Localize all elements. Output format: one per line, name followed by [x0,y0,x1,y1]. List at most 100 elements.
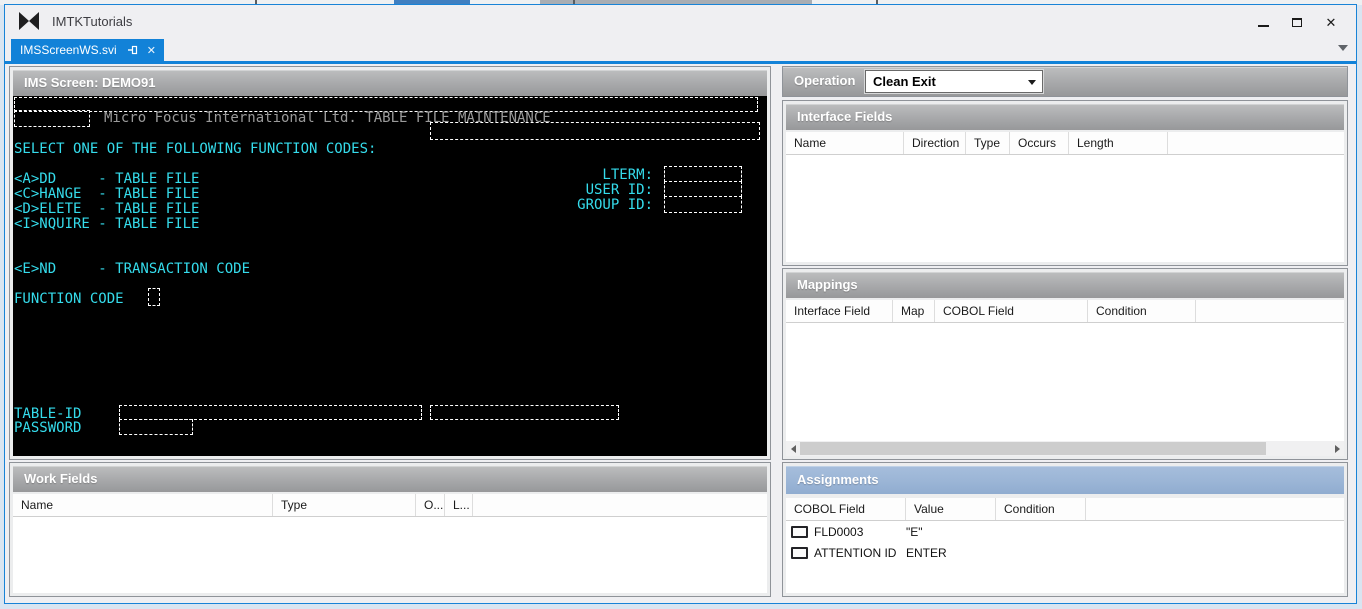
assignment-cobol-field: ATTENTION ID [814,545,897,560]
ims-option-add: <A>DD - TABLE FILE [14,171,200,187]
column-header-map[interactable]: Map [893,300,935,322]
column-header-filler [1196,300,1344,322]
document-tab-strip: IMSScreenWS.svi ✕ [5,39,1356,61]
bottom-margin [5,597,1356,603]
scroll-right-arrow[interactable] [1330,441,1344,456]
column-header-length[interactable]: Length [1069,132,1168,154]
mappings-panel: Mappings Interface Field Map COBOL Field… [782,268,1348,460]
interface-fields-panel: Interface Fields Name Direction Type Occ… [782,100,1348,266]
assignments-column-headers: COBOL Field Value Condition [786,498,1344,521]
assignment-cobol-field: FLD0003 [814,524,864,539]
ims-terminal-canvas[interactable]: Micro Focus International Ltd. TABLE FIL… [13,96,767,456]
column-header-filler [473,494,767,516]
assignment-cobol-field-cell: ATTENTION ID [786,546,906,560]
scroll-left-arrow[interactable] [786,441,800,456]
logo-right-triangle [29,12,39,30]
ims-label-lterm: LTERM: [602,167,653,183]
window-controls: ✕ [1246,11,1348,33]
right-arrow-icon [1334,444,1340,453]
ims-end-line: <E>ND - TRANSACTION CODE [14,261,251,277]
ims-field-function-code[interactable] [148,288,160,306]
logo-left-triangle [19,12,29,30]
mappings-header[interactable]: Mappings [786,272,1344,298]
column-header-name[interactable]: Name [13,494,273,516]
interface-fields-column-headers: Name Direction Type Occurs Length [786,132,1344,155]
operation-label: Operation [794,73,856,88]
interface-fields-table-body[interactable] [786,155,1344,262]
field-icon [791,525,808,538]
assignment-row[interactable]: ATTENTION ID ENTER [786,542,1344,563]
visual-studio-logo-icon [19,12,41,30]
ims-label-function-code: FUNCTION CODE [14,291,124,307]
maximize-button[interactable] [1280,11,1314,33]
dropdown-arrow-icon [1028,80,1036,85]
ims-field-left[interactable] [14,110,90,127]
column-header-filler [1086,498,1344,520]
screen: IMTKTutorials ✕ IMSScreenWS.svi ✕ IMS Sc… [0,0,1362,609]
titlebar[interactable]: IMTKTutorials ✕ [5,5,1356,39]
designer-surface: IMS Screen: DEMO91 Micro Focus Internati… [5,64,1356,603]
interface-fields-title: Interface Fields [797,109,893,124]
ims-field-table-id[interactable] [119,405,422,420]
left-arrow-icon [790,444,796,453]
close-button[interactable]: ✕ [1314,11,1348,33]
mappings-horizontal-scrollbar[interactable] [786,441,1344,456]
close-icon: ✕ [1325,14,1337,30]
work-fields-title: Work Fields [24,471,98,486]
column-header-cobol-field[interactable]: COBOL Field [786,498,906,520]
column-header-type[interactable]: Type [273,494,416,516]
operation-dropdown[interactable]: Clean Exit [865,70,1043,93]
ims-option-inquire: <I>NQUIRE - TABLE FILE [14,216,200,232]
ims-screen-panel: IMS Screen: DEMO91 Micro Focus Internati… [9,66,771,460]
assignment-value: "E" [906,524,923,539]
assignments-title: Assignments [797,472,879,487]
column-header-condition[interactable]: Condition [996,498,1086,520]
ims-option-change: <C>HANGE - TABLE FILE [14,186,200,202]
column-header-condition[interactable]: Condition [1088,300,1196,322]
column-header-filler [1168,132,1344,154]
column-header-direction[interactable]: Direction [904,132,966,154]
column-header-value[interactable]: Value [906,498,996,520]
column-header-type[interactable]: Type [966,132,1010,154]
pin-icon[interactable] [127,44,139,56]
tab-label: IMSScreenWS.svi [20,43,117,57]
app-window: IMTKTutorials ✕ IMSScreenWS.svi ✕ IMS Sc… [4,4,1357,604]
mappings-title: Mappings [797,277,858,292]
column-header-name[interactable]: Name [786,132,904,154]
scrollbar-thumb[interactable] [800,442,1267,455]
field-icon [791,546,808,559]
tab-close-icon[interactable]: ✕ [147,44,156,57]
work-fields-table-body[interactable] [13,517,767,593]
column-header-length[interactable]: L... [445,494,473,516]
column-header-cobol-field[interactable]: COBOL Field [935,300,1088,322]
operation-bar: Operation Clean Exit [782,66,1348,97]
mappings-column-headers: Interface Field Map COBOL Field Conditio… [786,300,1344,323]
ims-select-line: SELECT ONE OF THE FOLLOWING FUNCTION COD… [14,141,377,157]
assignments-panel: Assignments COBOL Field Value Condition … [782,462,1348,597]
ims-field-lterm[interactable] [664,166,742,182]
ims-banner-text: Micro Focus International Ltd. TABLE FIL… [104,110,551,126]
ims-option-delete: <D>ELETE - TABLE FILE [14,201,200,217]
ims-label-group-id: GROUP ID: [577,197,653,213]
tab-overflow-chevron-icon[interactable] [1338,45,1348,51]
scrollbar-track[interactable] [800,441,1330,456]
assignments-header[interactable]: Assignments [786,466,1344,494]
column-header-occurs[interactable]: Occurs [1010,132,1069,154]
ims-field-user-id[interactable] [664,181,742,197]
ims-field-password[interactable] [119,419,193,435]
assignments-table-body[interactable]: FLD0003 "E" ATTENTION ID ENTER [786,521,1344,593]
mappings-table-body[interactable] [786,323,1344,441]
column-header-occurs[interactable]: O... [416,494,445,516]
assignment-row[interactable]: FLD0003 "E" [786,521,1344,542]
ims-field-group-id[interactable] [664,196,742,213]
column-header-interface-field[interactable]: Interface Field [786,300,893,322]
tab-imsscreenws[interactable]: IMSScreenWS.svi ✕ [11,39,164,61]
ims-field-table-id-2[interactable] [430,405,619,420]
ims-label-table-id: TABLE-ID [14,406,82,422]
ims-screen-panel-header[interactable]: IMS Screen: DEMO91 [13,70,767,96]
minimize-button[interactable] [1246,11,1280,33]
work-fields-header[interactable]: Work Fields [13,466,767,492]
ims-label-user-id: USER ID: [585,182,653,198]
interface-fields-header[interactable]: Interface Fields [786,104,1344,130]
window-title: IMTKTutorials [52,14,133,29]
